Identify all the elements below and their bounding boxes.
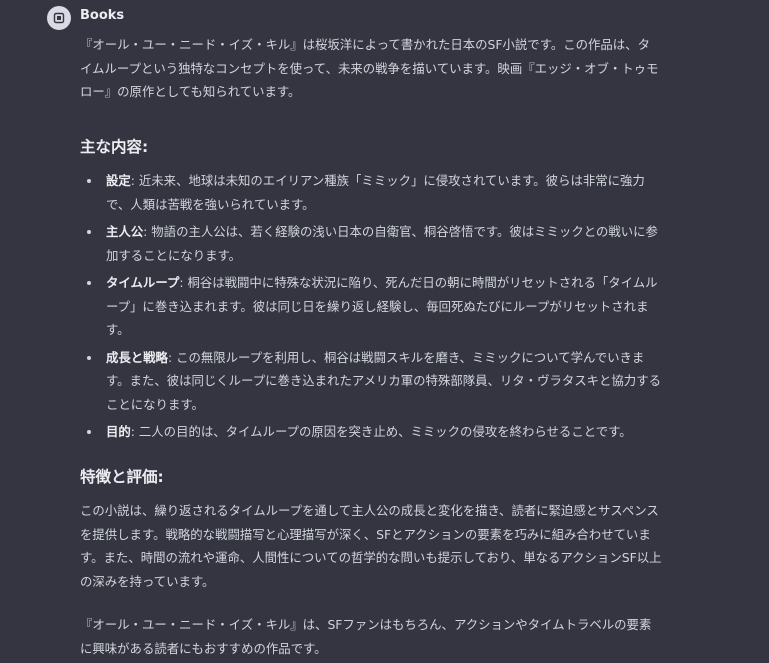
list-item-term: 主人公 xyxy=(106,224,144,239)
list-item-term: 成長と戦略 xyxy=(106,349,168,365)
avatar xyxy=(47,6,71,30)
list-item: 成長と戦略: この無限ループを利用し、桐谷は戦闘スキルを磨き、ミミックについて学… xyxy=(86,346,662,417)
features-heading: 特徴と評価: xyxy=(80,467,164,486)
message-content: 『オール・ユー・ニード・イズ・キル』は桜坂洋によって書かれた日本のSF小説です。… xyxy=(80,33,662,660)
list-item: 目的: 二人の目的は、タイムループの原因を突き止め、ミミックの侵攻を終わらせるこ… xyxy=(86,420,662,444)
sender-name: Books xyxy=(80,8,125,23)
intro-paragraph: 『オール・ユー・ニード・イズ・キル』は桜坂洋によって書かれた日本のSF小説です。… xyxy=(80,37,659,99)
book-icon xyxy=(53,12,65,24)
main-content-list: 設定: 近未来、地球は未知のエイリアン種族「ミミック」に侵攻されています。彼らは… xyxy=(80,169,662,444)
list-item: 設定: 近未来、地球は未知のエイリアン種族「ミミック」に侵攻されています。彼らは… xyxy=(86,169,662,216)
features-paragraph: この小説は、繰り返されるタイムループを通して主人公の成長と変化を描き、読者に緊迫… xyxy=(80,503,662,589)
list-item-text: : 近未来、地球は未知のエイリアン種族「ミミック」に侵攻されています。彼らは非常… xyxy=(106,173,645,212)
list-item-text: : 物語の主人公は、若く経験の浅い日本の自衛官、桐谷啓悟です。彼はミミックとの戦… xyxy=(106,224,658,263)
main-content-heading: 主な内容: xyxy=(80,137,149,156)
list-item-text: : 二人の目的は、タイムループの原因を突き止め、ミミックの侵攻を終わらせることで… xyxy=(130,424,632,439)
list-item-text: : この無限ループを利用し、桐谷は戦闘スキルを磨き、ミミックについて学んでいきま… xyxy=(106,349,661,412)
list-item-text: : 桐谷は戦闘中に特殊な状況に陥り、死んだ日の朝に時間がリセットされる「タイムル… xyxy=(106,275,658,337)
list-item: タイムループ: 桐谷は戦闘中に特殊な状況に陥り、死んだ日の朝に時間がリセットされ… xyxy=(86,271,662,342)
assistant-message: Books 『オール・ユー・ニード・イズ・キル』は桜坂洋によって書かれた日本のS… xyxy=(0,0,769,663)
list-item: 主人公: 物語の主人公は、若く経験の浅い日本の自衛官、桐谷啓悟です。彼はミミック… xyxy=(86,220,662,267)
list-item-term: 設定 xyxy=(106,173,131,188)
list-item-term: タイムループ xyxy=(106,275,180,290)
list-item-term: 目的 xyxy=(106,424,131,439)
closing-paragraph: 『オール・ユー・ニード・イズ・キル』は、SFファンはもちろん、アクションやタイム… xyxy=(80,617,652,656)
